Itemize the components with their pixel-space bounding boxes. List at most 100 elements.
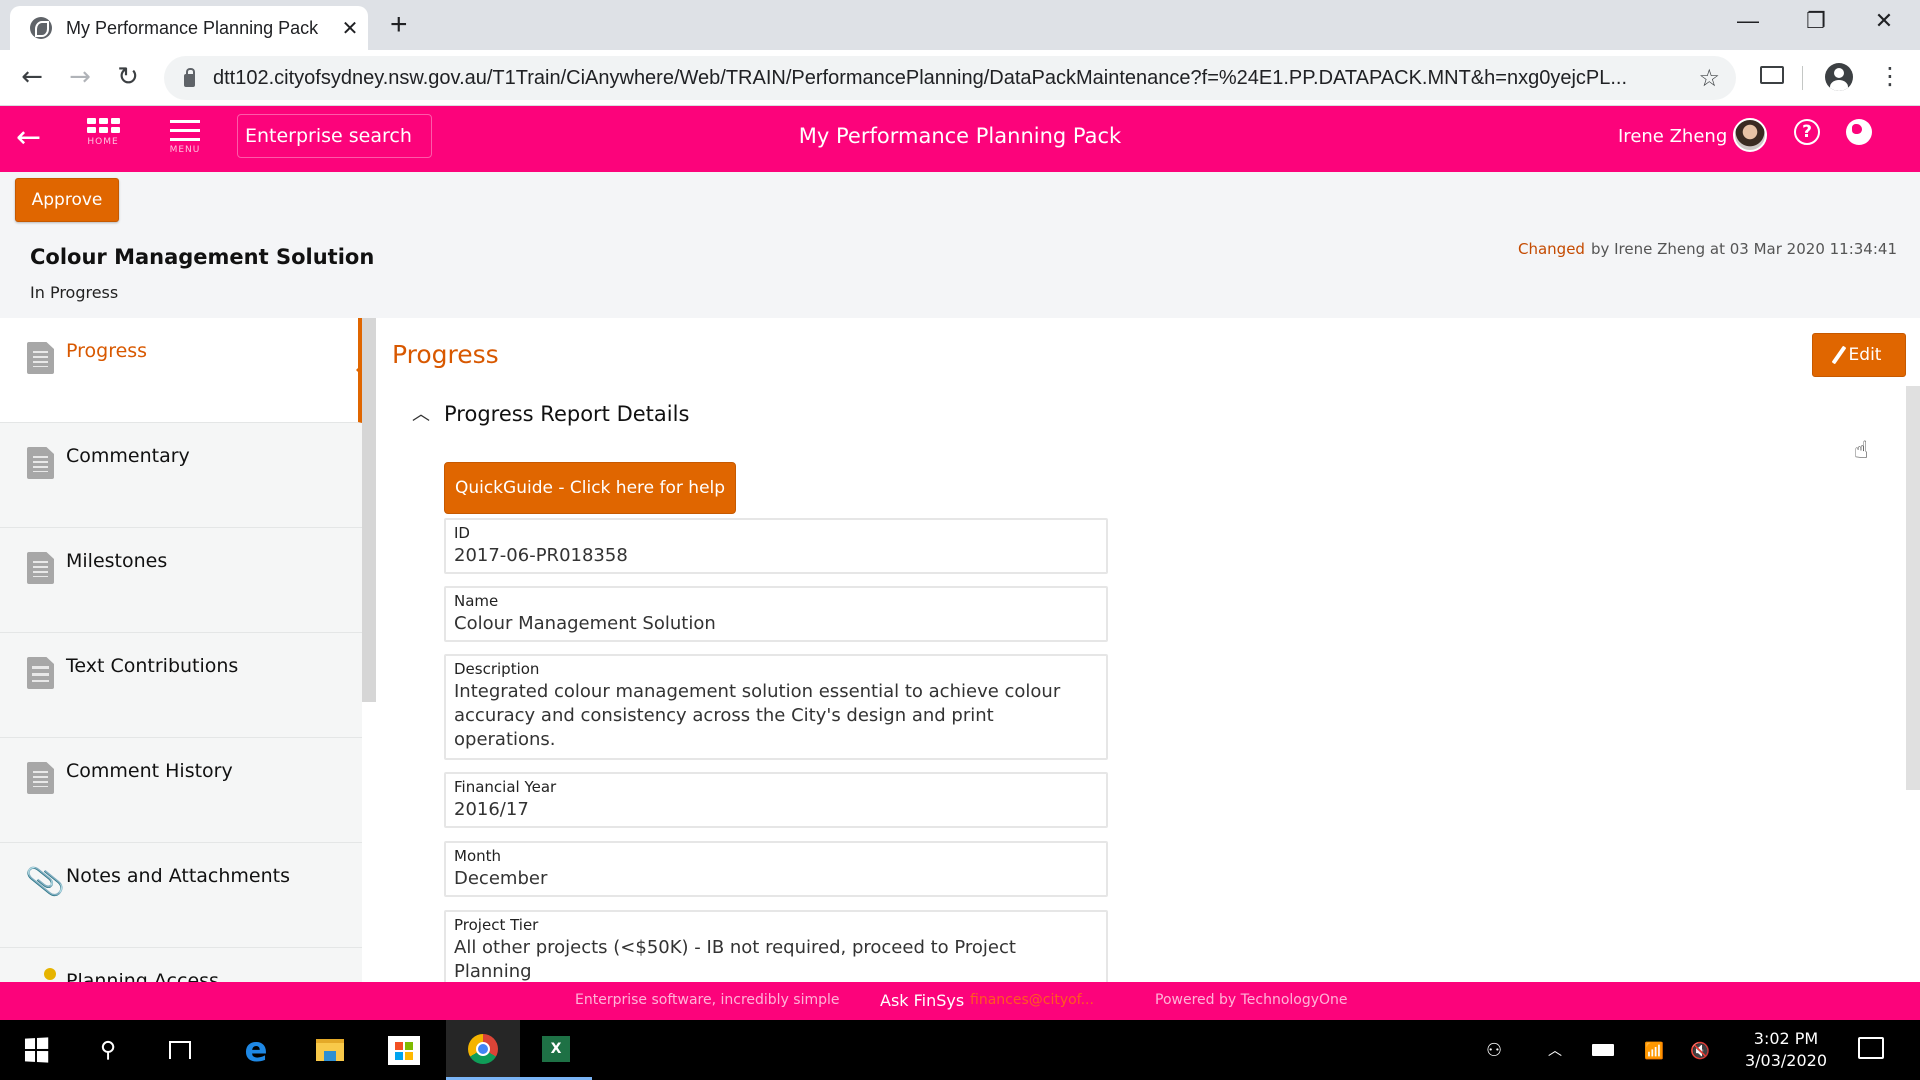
sidebar-item-milestones[interactable]: Milestones	[0, 528, 362, 633]
group-title[interactable]: Progress Report Details	[444, 402, 689, 426]
sidebar-item-label: Comment History	[66, 760, 233, 782]
footer-tagline: Enterprise software, incredibly simple	[575, 992, 840, 1008]
field-label: Project Tier	[454, 916, 539, 934]
search-icon: ⚲	[99, 1037, 117, 1063]
field-project-tier[interactable]: Project Tier All other projects (<$50K) …	[444, 910, 1108, 982]
app-header: ← HOME MENU My Performance Planning Pack…	[0, 106, 1920, 172]
sidebar-scrollbar[interactable]	[362, 318, 376, 982]
store-button[interactable]	[368, 1020, 440, 1080]
field-value: 2017-06-PR018358	[454, 545, 628, 566]
hand-cursor-icon: ☝	[1854, 436, 1869, 464]
enterprise-search-input[interactable]	[237, 114, 432, 158]
apps-grid-icon	[78, 118, 128, 133]
battery-icon[interactable]	[1592, 1020, 1614, 1080]
chrome-menu-icon[interactable]: ⋮	[1872, 62, 1908, 94]
finsys-email-link[interactable]: finances@cityof...	[970, 992, 1094, 1008]
help-icon[interactable]: ?	[1794, 119, 1820, 145]
menu-button[interactable]: MENU	[160, 116, 210, 155]
new-tab-button[interactable]: +	[390, 8, 408, 42]
field-month[interactable]: Month December	[444, 841, 1108, 897]
task-view-icon	[169, 1041, 191, 1059]
sidebar-item-label: Milestones	[66, 550, 168, 572]
changed-link[interactable]: Changed	[1518, 240, 1585, 258]
hamburger-icon	[160, 120, 210, 141]
field-label: Month	[454, 847, 502, 865]
browser-tab[interactable]: My Performance Planning Pack ✕	[10, 6, 368, 50]
field-description[interactable]: Description Integrated colour management…	[444, 654, 1108, 760]
folder-icon	[316, 1039, 344, 1061]
main-panel: Progress Edit ︿ Progress Report Details …	[376, 318, 1920, 982]
window-close-button[interactable]: ✕	[1864, 8, 1904, 34]
record-status: In Progress	[30, 283, 119, 302]
back-button[interactable]: ←	[14, 62, 50, 92]
toolbar-divider	[1802, 66, 1803, 90]
store-icon	[388, 1035, 420, 1065]
volume-muted-icon[interactable]: 🔇	[1690, 1020, 1710, 1080]
sidebar-item-planning-access[interactable]: Planning Access	[0, 948, 362, 982]
chevron-up-icon[interactable]: ︿	[412, 400, 430, 426]
quickguide-button[interactable]: QuickGuide - Click here for help	[444, 462, 736, 514]
sidebar-item-label: Planning Access	[66, 970, 219, 982]
sidebar-item-comment-history[interactable]: Comment History	[0, 738, 362, 843]
user-name[interactable]: Irene Zheng	[1618, 126, 1727, 147]
start-button[interactable]	[0, 1020, 72, 1080]
sidebar-item-text-contributions[interactable]: Text Contributions	[0, 633, 362, 738]
checklist-icon	[27, 657, 54, 689]
action-center-icon[interactable]	[1858, 1037, 1884, 1059]
windows-logo-icon	[24, 1037, 49, 1063]
field-label: Name	[454, 592, 499, 610]
app-footer: Enterprise software, incredibly simple A…	[0, 982, 1920, 1020]
reload-button[interactable]: ↻	[110, 62, 146, 92]
user-avatar[interactable]	[1733, 118, 1767, 152]
sidebar-item-progress[interactable]: Progress	[0, 318, 362, 423]
clock-time: 3:02 PM	[1753, 1029, 1819, 1048]
sidebar-item-label: Notes and Attachments	[66, 865, 290, 887]
address-bar[interactable]: dtt102.cityofsydney.nsw.gov.au/T1Train/C…	[164, 56, 1736, 100]
system-clock[interactable]: 3:02 PM 3/03/2020	[1736, 1028, 1836, 1072]
wifi-icon[interactable]: 📶	[1644, 1020, 1664, 1080]
home-button[interactable]: HOME	[78, 116, 128, 147]
document-icon	[27, 762, 54, 794]
sidebar-scrollbar-thumb[interactable]	[362, 318, 376, 702]
browser-toolbar: ← → ↻ dtt102.cityofsydney.nsw.gov.au/T1T…	[0, 50, 1920, 106]
powered-by-text: Powered by TechnologyOne	[1155, 992, 1348, 1008]
ask-finsys-label: Ask FinSys	[880, 991, 965, 1010]
globe-icon	[30, 17, 52, 39]
edge-icon: e	[244, 1030, 268, 1070]
screen-capture-icon[interactable]	[1760, 66, 1784, 84]
windows-taskbar: ⚲ e X ⚇ ︿ 📶 🔇 3:02 PM 3/03/2020	[0, 1020, 1920, 1080]
bookmark-star-icon[interactable]: ☆	[1698, 64, 1720, 92]
show-hidden-icons-chevron[interactable]: ︿	[1548, 1020, 1562, 1080]
restore-button[interactable]: ❐	[1796, 8, 1836, 34]
main-scrollbar[interactable]	[1906, 386, 1920, 790]
app-back-arrow-icon[interactable]: ←	[16, 120, 41, 155]
language-globe-icon[interactable]	[1846, 119, 1872, 145]
document-icon	[27, 342, 54, 374]
chrome-icon	[468, 1033, 498, 1064]
approve-button[interactable]: Approve	[15, 178, 119, 222]
profile-icon[interactable]	[1825, 63, 1853, 91]
url-text[interactable]: dtt102.cityofsydney.nsw.gov.au/T1Train/C…	[213, 67, 1698, 90]
section-sidebar: Progress Commentary Milestones Text Cont…	[0, 318, 376, 982]
field-name[interactable]: Name Colour Management Solution	[444, 586, 1108, 642]
sidebar-item-notes-attachments[interactable]: 📎 Notes and Attachments	[0, 843, 362, 948]
sidebar-item-label: Commentary	[66, 445, 190, 467]
edge-button[interactable]: e	[220, 1020, 292, 1080]
document-icon	[27, 552, 54, 584]
edit-button[interactable]: Edit	[1812, 333, 1906, 377]
sidebar-item-commentary[interactable]: Commentary	[0, 423, 362, 528]
excel-button[interactable]: X	[520, 1020, 592, 1080]
field-financial-year[interactable]: Financial Year 2016/17	[444, 772, 1108, 828]
task-view-button[interactable]	[144, 1020, 216, 1080]
taskbar-search-button[interactable]: ⚲	[72, 1020, 144, 1080]
paperclip-icon: 📎	[24, 861, 67, 903]
close-tab-icon[interactable]: ✕	[332, 16, 368, 41]
record-header: Approve Colour Management Solution In Pr…	[0, 172, 1920, 318]
file-explorer-button[interactable]	[294, 1020, 366, 1080]
edit-label: Edit	[1848, 345, 1882, 365]
field-id[interactable]: ID 2017-06-PR018358	[444, 518, 1108, 574]
minimize-button[interactable]: —	[1728, 8, 1768, 34]
forward-button[interactable]: →	[62, 62, 98, 92]
chrome-button[interactable]	[446, 1020, 520, 1080]
people-icon[interactable]: ⚇	[1486, 1020, 1502, 1080]
